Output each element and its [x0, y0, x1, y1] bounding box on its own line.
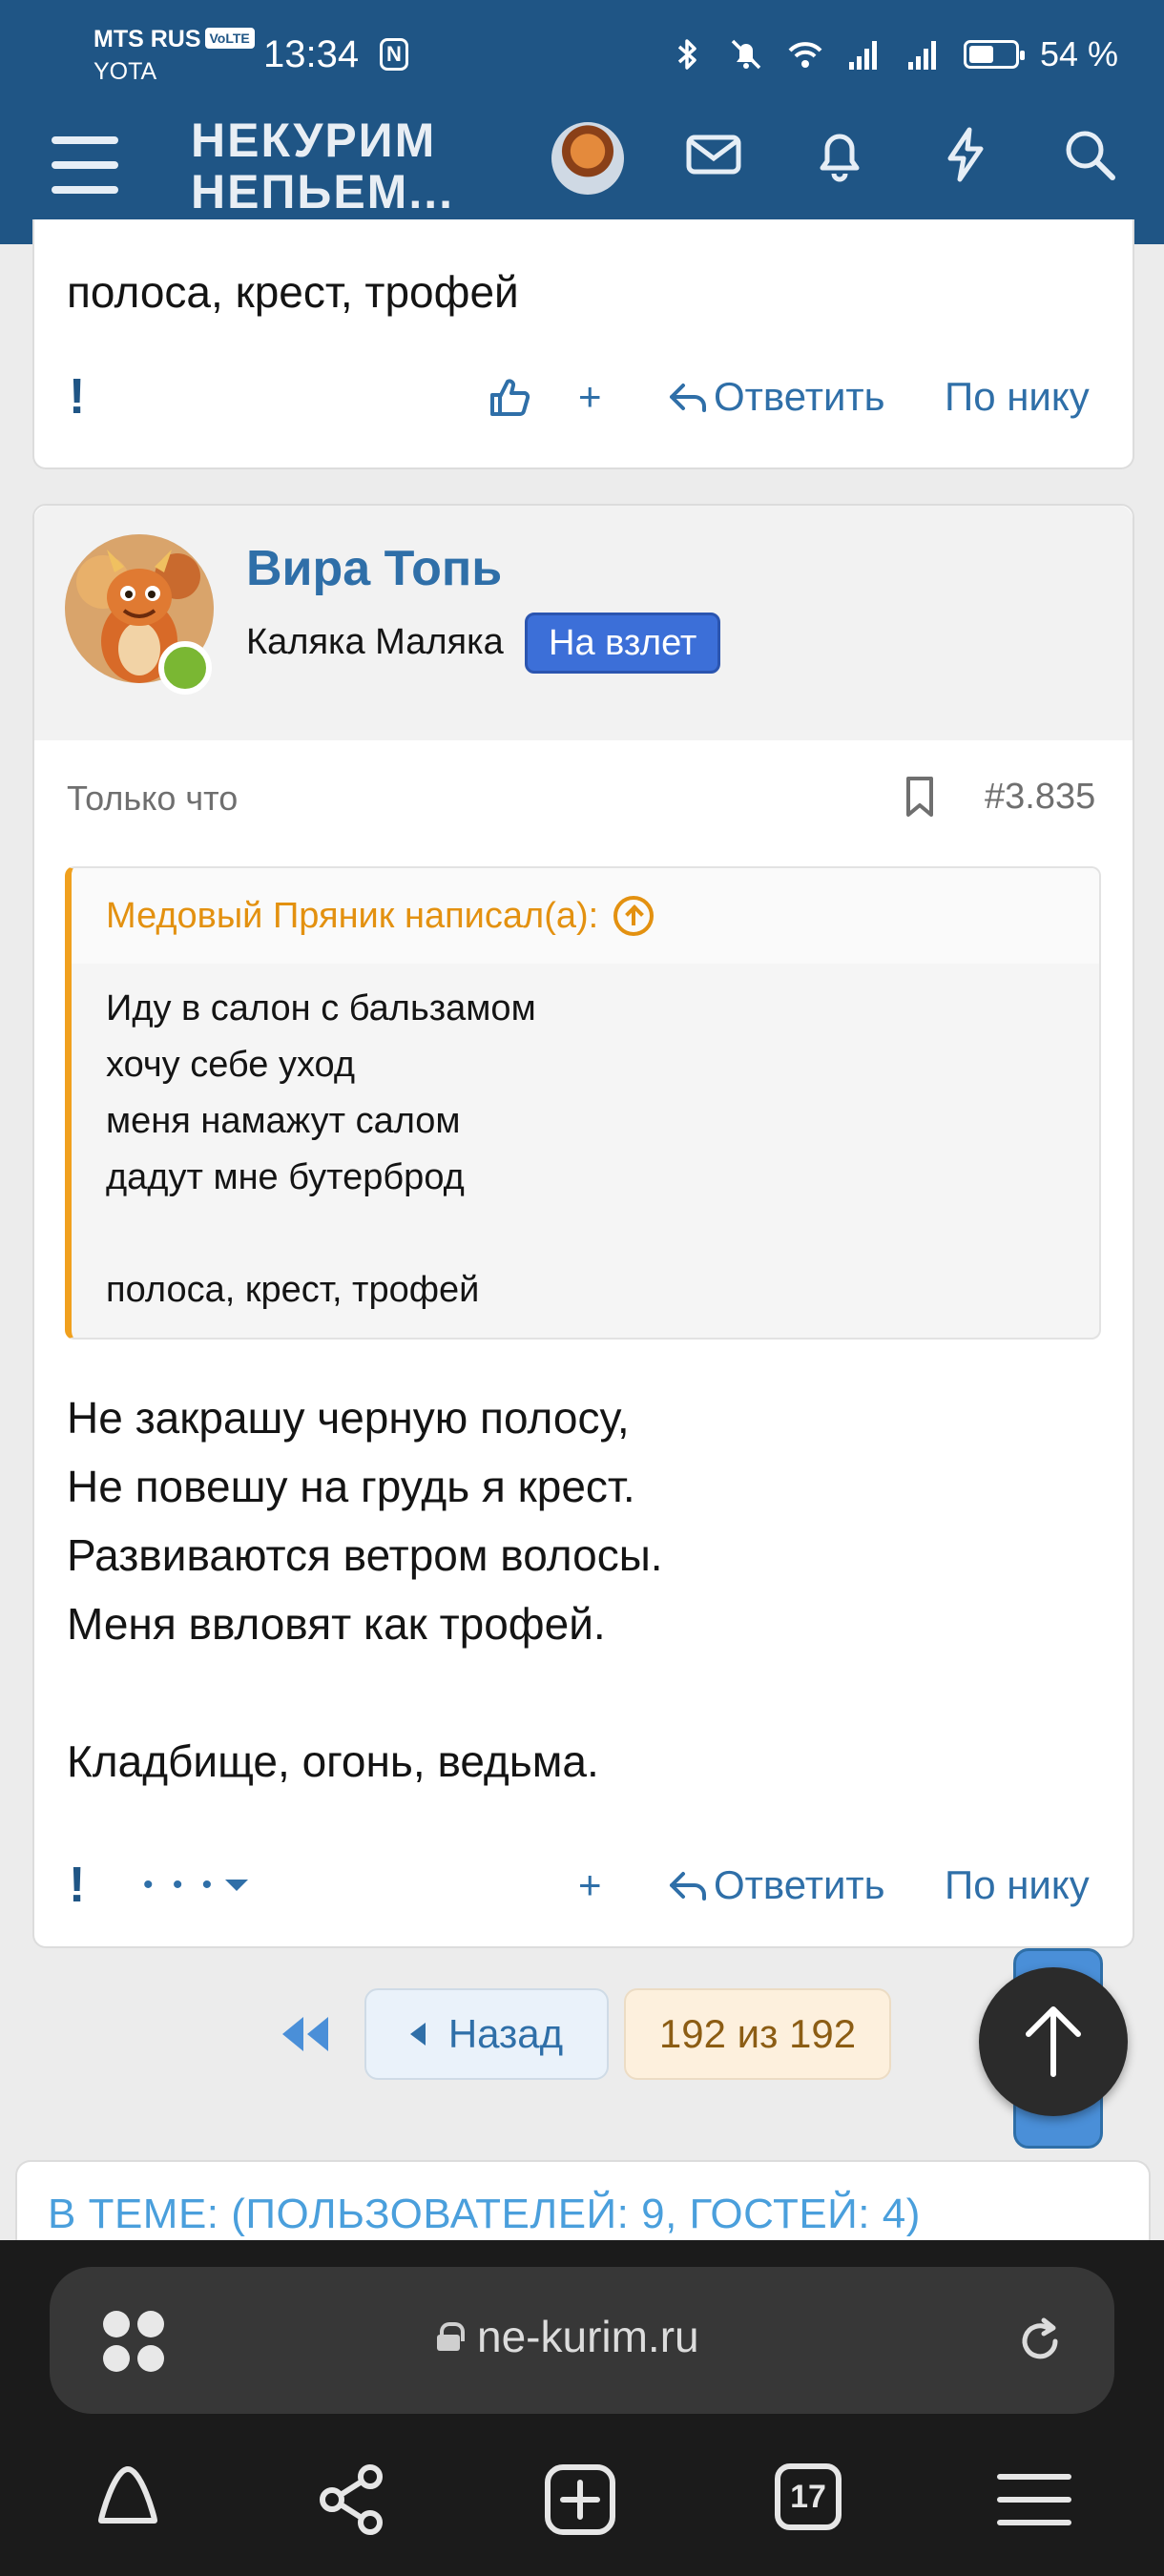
post-timestamp[interactable]: Только что	[67, 779, 238, 819]
quote-author: Медовый Пряник написал(а):	[106, 896, 599, 936]
by-nick-button[interactable]: По нику	[945, 374, 1090, 420]
more-dots: • • •	[143, 1869, 218, 1901]
battery-percent: 54 %	[1039, 34, 1118, 73]
scroll-to-top-button[interactable]	[979, 1967, 1128, 2116]
post-actions: ! + Ответить По нику	[34, 359, 1133, 435]
notifications-bell-icon[interactable]	[809, 124, 870, 185]
share-icon[interactable]	[311, 2460, 391, 2540]
account-avatar[interactable]	[551, 122, 624, 195]
quote-text: Иду в салон с бальзамом хочу себе уход м…	[106, 988, 536, 1310]
browser-menu-icon[interactable]	[994, 2460, 1074, 2540]
logo-line-1: НЕКУРИМ	[191, 114, 437, 167]
quote-block: Медовый Пряник написал(а): Иду в салон с…	[65, 866, 1101, 1340]
reply-arrow-icon	[670, 1872, 706, 1901]
chevron-left-icon	[409, 2023, 426, 2046]
logo-line-2: НЕПЬЕМ...	[191, 165, 455, 218]
new-tab-plus-icon[interactable]	[540, 2460, 620, 2540]
carrier-name: MTS RUS	[94, 26, 201, 52]
post-number-link[interactable]: #3.835	[985, 777, 1095, 818]
battery-level-fill	[968, 46, 993, 63]
reply-label: Ответить	[714, 374, 885, 419]
reply-arrow-icon	[670, 384, 706, 412]
post-actions: ! • • • + Ответить По нику	[34, 1847, 1133, 1923]
arrow-up-icon	[1026, 2006, 1081, 2077]
battery-icon	[963, 40, 1025, 69]
inbox-envelope-icon[interactable]	[683, 124, 744, 185]
signal-icon	[848, 41, 877, 70]
username-link[interactable]: Вира Топь	[246, 540, 502, 597]
address-bar[interactable]: ne-kurim.ru	[50, 2267, 1114, 2414]
hamburger-menu-icon[interactable]	[52, 136, 118, 194]
user-title: Каляка Маляка	[246, 622, 504, 662]
bluetooth-icon	[677, 39, 696, 70]
previous-page-label: Назад	[447, 2011, 564, 2056]
post-body-text: полоса, крест, трофей	[67, 267, 519, 317]
chevron-down-icon	[225, 1880, 249, 1891]
quote-plus-button[interactable]: +	[578, 1862, 602, 1908]
lock-icon	[437, 2322, 465, 2351]
status-icons: 54 %	[668, 34, 1118, 74]
by-nick-button[interactable]: По нику	[945, 1862, 1090, 1908]
carrier-name-2: YOTA	[94, 58, 157, 85]
reply-label: Ответить	[714, 1862, 885, 1907]
volte-badge: VoLTE	[204, 28, 255, 49]
reply-button[interactable]: Ответить	[668, 1862, 885, 1908]
quote-header[interactable]: Медовый Пряник написал(а):	[72, 868, 1099, 964]
url-text: ne-kurim.ru	[477, 2312, 699, 2361]
user-banner-badge: На взлет	[525, 613, 721, 674]
whats-new-lightning-icon[interactable]	[935, 124, 996, 185]
site-header: MTS RUS VoLTE YOTA 13:34 N 54 % НЕКУРИМ Н…	[0, 0, 1164, 244]
browser-toolbar: ne-kurim.ru 17	[0, 2240, 1164, 2576]
browser-nav-bar: 17	[0, 2460, 1164, 2565]
report-button[interactable]: !	[69, 1857, 85, 1914]
thread-members-title: В ТЕМЕ: (ПОЛЬЗОВАТЕЛЕЙ: 9, ГОСТЕЙ: 4)	[48, 2191, 921, 2237]
previous-post: полоса, крест, трофей ! + Ответить По ни…	[32, 219, 1134, 469]
browser-home-icon[interactable]	[88, 2460, 168, 2540]
mute-bell-icon	[731, 39, 761, 70]
nfc-icon: N	[380, 38, 408, 71]
reply-button[interactable]: Ответить	[668, 374, 885, 420]
wifi-icon	[788, 42, 822, 68]
previous-page-button[interactable]: Назад	[364, 1988, 609, 2080]
reload-icon[interactable]	[1013, 2315, 1067, 2368]
first-page-double-arrow-icon[interactable]	[277, 2009, 334, 2059]
more-options-button[interactable]: • • •	[143, 1869, 250, 1901]
online-status-indicator	[158, 641, 212, 695]
site-logo[interactable]: НЕКУРИМ НЕПЬЕМ...	[191, 114, 454, 218]
post-body-text: Не закрашу черную полосу, Не повешу на г…	[67, 1393, 663, 1786]
report-button[interactable]: !	[69, 368, 85, 426]
tabs-count-icon[interactable]: 17	[775, 2463, 842, 2530]
status-time: 13:34	[263, 33, 360, 75]
current-page-indicator[interactable]: 192 из 192	[624, 1988, 891, 2080]
like-thumb-icon[interactable]	[487, 374, 532, 420]
search-icon[interactable]	[1059, 124, 1120, 185]
post-user-block: Вира Топь Каляка Маляка На взлет	[34, 506, 1133, 740]
go-to-quote-arrow-icon[interactable]	[613, 896, 655, 936]
signal-icon-2	[907, 41, 936, 70]
site-options-icon[interactable]	[103, 2311, 166, 2374]
url-display[interactable]: ne-kurim.ru	[437, 2311, 699, 2362]
bookmark-icon[interactable]	[901, 775, 939, 819]
carrier-info: MTS RUS VoLTE YOTA	[94, 23, 255, 88]
post: Вира Топь Каляка Маляка На взлет Только …	[32, 504, 1134, 1948]
quote-plus-button[interactable]: +	[578, 374, 602, 420]
